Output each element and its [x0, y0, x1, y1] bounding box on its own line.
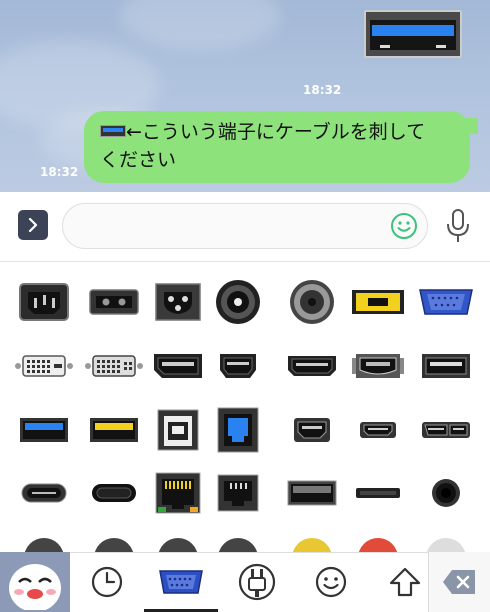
sticker-partial-row-item[interactable]	[218, 538, 258, 552]
sticker-firewire-port[interactable]	[346, 338, 410, 394]
message-timestamp: 18:32	[40, 165, 79, 179]
plug-face-icon	[238, 563, 276, 601]
usb-b-blue-port-icon	[217, 407, 259, 453]
sticker-rj11-port[interactable]	[206, 465, 270, 521]
tab-ports-stickers[interactable]	[150, 552, 212, 612]
sticker-round-port-grey[interactable]	[280, 274, 344, 330]
sticker-c8-power-port[interactable]	[82, 274, 146, 330]
round-port-grey-icon	[290, 280, 334, 324]
micro-usb3-port-icon	[422, 422, 470, 438]
up-arrow-icon	[389, 567, 421, 597]
displayport-port-icon	[154, 354, 202, 378]
message-line-2: ください	[100, 149, 177, 171]
sticker-partial-row-item[interactable]	[426, 538, 466, 552]
sticker-dvi-port[interactable]	[12, 338, 76, 394]
sticker-c14-power-port[interactable]	[12, 274, 76, 330]
clock-icon	[91, 566, 123, 598]
usb-c-port-2-icon	[92, 484, 136, 502]
tab-backspace[interactable]	[428, 552, 490, 612]
usb-a-blue-port-icon	[20, 418, 68, 442]
image-timestamp: 18:32	[303, 83, 342, 97]
tab-shift[interactable]	[374, 552, 436, 612]
esata-port-icon	[422, 354, 470, 378]
sticker-partial-row-item[interactable]	[358, 538, 398, 552]
ethernet-port-icon	[155, 472, 201, 514]
sticker-displayport-port[interactable]	[146, 338, 210, 394]
cloud-decoration	[120, 0, 280, 50]
tab-profile-sticker[interactable]	[0, 552, 70, 612]
usb-c-port-icon	[21, 483, 67, 503]
sticker-esata-port[interactable]	[414, 338, 478, 394]
usb-b-port-icon	[157, 409, 199, 451]
character-face-icon	[9, 564, 61, 610]
usb-a-yellow-port-icon	[90, 418, 138, 442]
yellow-slot-port-icon	[352, 290, 404, 314]
c8-power-port-icon	[89, 289, 139, 315]
audio-jack-port-icon	[432, 479, 460, 507]
sticker-partial-row-item[interactable]	[24, 538, 64, 552]
vga-port-icon	[419, 289, 473, 315]
sticker-yellow-slot-port[interactable]	[346, 274, 410, 330]
message-input[interactable]	[62, 203, 428, 249]
usb-port-emoji-icon	[100, 124, 126, 137]
tab-recent[interactable]	[76, 552, 138, 612]
c14-power-port-icon	[19, 283, 69, 321]
sticker-usb-a-dark-port[interactable]	[280, 465, 344, 521]
chevron-right-icon	[28, 218, 38, 232]
micro-hdmi-port-icon	[360, 422, 396, 438]
hdmi-port-icon	[288, 356, 336, 376]
sticker-hdmi-port[interactable]	[280, 338, 344, 394]
usb-port-image	[366, 12, 460, 56]
microphone-icon[interactable]	[444, 208, 472, 244]
sticker-micro-hdmi-port[interactable]	[346, 402, 410, 458]
sticker-usb-b-blue-port[interactable]	[206, 402, 270, 458]
sticker-partial-row-item[interactable]	[158, 538, 198, 552]
usb-a-dark-port-icon	[287, 480, 337, 506]
smiley-icon	[315, 566, 347, 598]
sticker-dvi-port-2[interactable]	[82, 338, 146, 394]
sticker-usb-c-port-2[interactable]	[82, 465, 146, 521]
mini-hdmi-port-icon	[294, 418, 330, 442]
slim-slot-port-icon	[356, 488, 400, 498]
sticker-partial-row-item[interactable]	[292, 538, 332, 552]
sticker-usb-b-port[interactable]	[146, 402, 210, 458]
dvi-port-2-icon	[85, 355, 143, 377]
sticker-micro-usb3-port[interactable]	[414, 402, 478, 458]
sticker-mini-displayport-port[interactable]	[206, 338, 270, 394]
sent-message-bubble[interactable]: ←こういう端子にケーブルを刺して ください	[84, 111, 470, 183]
sticker-mini-hdmi-port[interactable]	[280, 402, 344, 458]
mini-displayport-port-icon	[220, 354, 256, 378]
backspace-icon	[442, 570, 475, 594]
sticker-vga-port[interactable]	[414, 274, 478, 330]
tab-emoji[interactable]	[300, 552, 362, 612]
sticker-c5-power-port[interactable]	[146, 274, 210, 330]
expand-menu-button[interactable]	[18, 210, 48, 240]
round-port-dark-icon	[216, 280, 260, 324]
sticker-round-port-dark[interactable]	[206, 274, 270, 330]
vga-connector-icon	[159, 570, 203, 594]
sticker-partial-row-item[interactable]	[94, 538, 134, 552]
firewire-port-icon	[352, 354, 404, 378]
sent-image-usb-port[interactable]	[364, 10, 462, 58]
sticker-ethernet-port[interactable]	[146, 465, 210, 521]
rj11-port-icon	[217, 474, 259, 512]
sticker-grid	[0, 262, 490, 552]
c5-power-port-icon	[155, 283, 201, 321]
tab-pack-2[interactable]	[226, 552, 288, 612]
sticker-audio-jack-port[interactable]	[414, 465, 478, 521]
message-text: ←こういう端子にケーブルを刺して	[126, 121, 426, 143]
dvi-port-icon	[15, 355, 73, 377]
sticker-usb-a-yellow-port[interactable]	[82, 402, 146, 458]
sticker-usb-c-port[interactable]	[12, 465, 76, 521]
sticker-slim-slot-port[interactable]	[346, 465, 410, 521]
smiley-icon[interactable]	[390, 212, 418, 240]
message-line-1: ←こういう端子にケーブルを刺して	[100, 118, 456, 146]
sticker-usb-a-blue-port[interactable]	[12, 402, 76, 458]
